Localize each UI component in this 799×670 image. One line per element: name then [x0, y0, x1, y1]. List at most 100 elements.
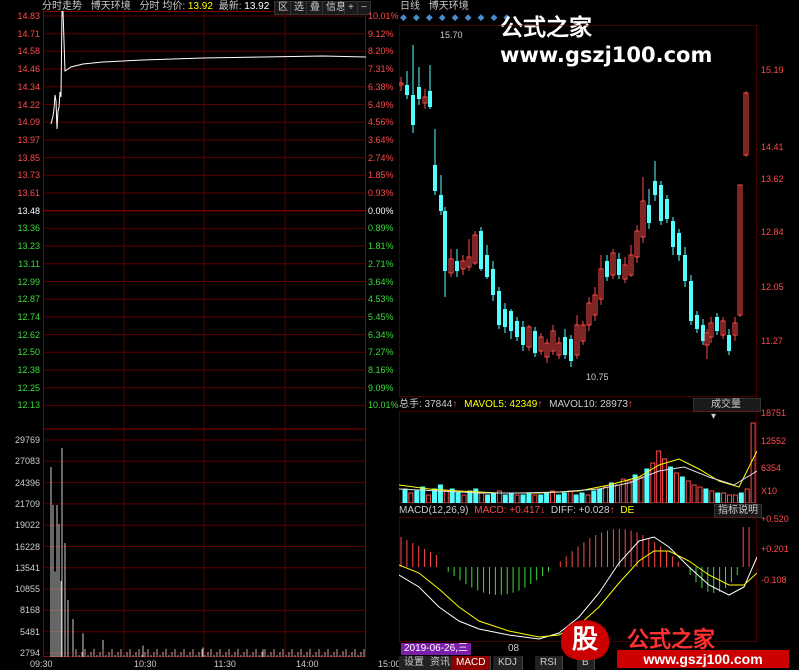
price-tick: 14.46	[17, 64, 40, 75]
price-tick: 14.58	[17, 46, 40, 57]
percent-tick: 4.56%	[368, 117, 394, 128]
kline-stock: 博天环境	[428, 1, 469, 12]
price-tick: 12.74	[17, 311, 40, 322]
volume-dropdown-label: 成交量	[711, 399, 741, 410]
percent-tick: 5.49%	[368, 99, 394, 110]
volume-tick: 5481	[19, 626, 40, 637]
percent-tick: 1.81%	[368, 241, 394, 252]
macd-tick: +0.201	[761, 544, 789, 554]
percent-tick: 1.85%	[368, 170, 394, 181]
kline-tick: 11.27	[761, 336, 783, 346]
time-tick: 11:30	[214, 659, 236, 669]
percent-tick: 8.20%	[368, 46, 394, 57]
volume-tick: 12552	[761, 436, 787, 446]
macd-tick: +0.520	[761, 514, 789, 524]
price-tick: 14.09	[17, 117, 40, 128]
macd-header: MACD(12,26,9) MACD: +0.417↓ DIFF: +0.028…	[399, 505, 635, 516]
price-tick: 12.50	[17, 347, 40, 358]
percent-tick: 7.27%	[368, 347, 394, 358]
macd-value: MACD: +0.417	[474, 505, 541, 516]
kline-tick: 14.41	[761, 142, 784, 152]
percent-tick: 3.64%	[368, 276, 394, 287]
volume-tick: 18751	[761, 408, 787, 418]
price-tick: 12.62	[17, 329, 40, 340]
ox-logo-icon: 股	[561, 620, 609, 660]
time-tick: 14:00	[296, 659, 319, 669]
volume-tick: 8168	[19, 605, 40, 616]
price-tick: 12.13	[17, 400, 40, 411]
price-tick: 14.71	[17, 28, 40, 39]
kline-tick: 15.19	[761, 65, 784, 75]
macd-dea: DE	[620, 505, 635, 516]
percent-tick: 2.74%	[368, 152, 394, 163]
percent-tick: 3.64%	[368, 134, 394, 145]
volume-ma5: MAVOL5: 42349	[464, 399, 538, 410]
price-tick: 12.25	[17, 382, 40, 393]
price-tick: 13.11	[18, 258, 40, 269]
volume-tick: 29769	[14, 435, 40, 445]
percent-tick: 6.38%	[368, 81, 394, 92]
volume-tick: 2794	[19, 648, 40, 658]
kline-high-label: 15.70	[440, 30, 463, 40]
percent-tick: 4.53%	[368, 294, 394, 305]
indicator-help-button[interactable]: 指标说明	[714, 504, 762, 518]
intraday-grid-svg	[43, 11, 366, 657]
volume-tick: 13541	[14, 562, 40, 573]
percent-tick: 10.01%	[368, 11, 399, 21]
volume-ma10: MAVOL10: 28973	[549, 399, 628, 410]
percent-tick: 7.31%	[368, 64, 394, 75]
macd-tick: -0.108	[761, 575, 787, 585]
time-tick: 15:00	[378, 659, 401, 669]
percent-tick: 9.12%	[368, 28, 394, 39]
percent-tick: 9.09%	[368, 382, 394, 393]
kline-tick: 12.84	[761, 227, 784, 237]
percent-tick: 10.01%	[368, 400, 399, 411]
price-tick: 13.23	[17, 241, 40, 252]
price-tick: 13.85	[17, 152, 40, 163]
volume-chart[interactable]	[399, 411, 757, 503]
price-tick: 12.87	[17, 294, 40, 305]
percent-tick: 8.16%	[368, 365, 394, 375]
price-tick: 14.22	[17, 99, 40, 110]
price-tick: 13.61	[17, 188, 40, 198]
volume-header: 总手: 37844↑ MAVOL5: 42349↑ MAVOL10: 28973…	[399, 399, 633, 410]
tab-4[interactable]: KDJ	[493, 656, 523, 670]
date-label: 2019-06-26,三	[401, 643, 471, 655]
volume-total: 总手: 37844	[399, 399, 453, 410]
watermark-bottom-url: www.gszj100.com	[617, 650, 789, 668]
tab-3[interactable]: MACD	[451, 656, 492, 670]
kline-tick: 12.05	[761, 282, 784, 292]
price-tick: 13.97	[17, 134, 40, 145]
watermark-bottom: 股 公式之家 www.gszj100.com	[555, 616, 799, 670]
percent-tick: 5.45%	[368, 311, 394, 322]
kline-tick: 13.62	[761, 174, 784, 184]
price-tick: 13.73	[17, 170, 40, 181]
volume-tick: 19022	[14, 520, 40, 531]
volume-tick: 6354	[761, 463, 782, 473]
percent-tick: 0.93%	[368, 188, 394, 198]
kline-chart[interactable]	[399, 25, 757, 397]
price-tick: 14.34	[17, 81, 40, 92]
time-tick: 10:30	[134, 659, 157, 669]
diamond-icon-row: ◆◆◆◆◆◆◆◆◆	[400, 12, 517, 22]
price-tick: 12.38	[17, 365, 40, 375]
price-tick: 13.48	[17, 205, 40, 216]
date-extra: 08	[508, 643, 520, 654]
volume-indicator-dropdown[interactable]: 成交量▾	[693, 398, 761, 422]
price-tick: 13.36	[17, 223, 40, 234]
volume-tick: 16228	[14, 541, 40, 552]
kline-low-label: 10.75	[586, 372, 609, 382]
price-tick: 12.99	[17, 276, 40, 287]
percent-tick: 6.34%	[368, 329, 394, 340]
percent-tick: 0.89%	[368, 223, 394, 234]
macd-diff: DIFF: +0.028	[550, 505, 610, 516]
price-tick: 14.83	[17, 11, 40, 21]
volume-tick: 21709	[14, 498, 40, 509]
time-tick: 09:30	[30, 659, 53, 669]
kline-period[interactable]: 日线	[400, 1, 420, 12]
macd-params: MACD(12,26,9)	[399, 505, 469, 516]
volume-tick: X10	[761, 486, 778, 496]
volume-tick: 27083	[14, 456, 40, 467]
volume-tick: 10855	[14, 584, 40, 595]
volume-tick: 24396	[14, 477, 40, 488]
